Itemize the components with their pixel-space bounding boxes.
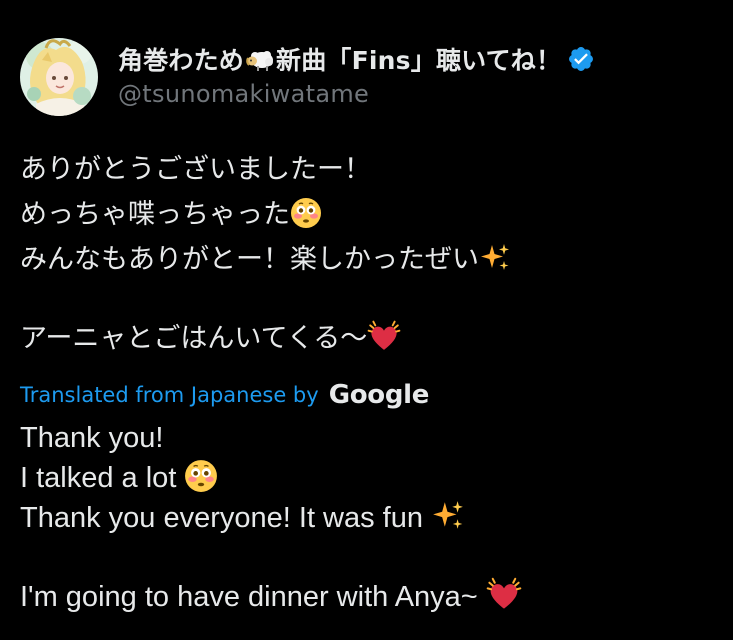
- tweet-line-text: みんなもありがとー！楽しかったぜい: [20, 244, 479, 275]
- user-handle[interactable]: @tsunomakiwatame: [118, 80, 595, 108]
- translated-from-link[interactable]: Translated from Japanese by: [20, 383, 319, 407]
- tweet-line-text: ありがとうございましたー！: [20, 154, 371, 185]
- translation-attribution: Translated from Japanese by Google: [20, 378, 429, 412]
- sparkles-emoji-icon: [481, 244, 509, 270]
- translated-line: Thank you!: [20, 418, 720, 458]
- tweet-line-text: めっちゃ喋っちゃった: [20, 199, 290, 230]
- google-logo: Google: [328, 380, 430, 410]
- display-name-part1: 角巻わため: [118, 46, 245, 75]
- translated-line: I'm going to have dinner with Anya~: [20, 576, 720, 616]
- verified-badge-icon[interactable]: [567, 45, 595, 73]
- tweet-line: めっちゃ喋っちゃった: [20, 192, 720, 237]
- sparkles-emoji-icon: [433, 501, 463, 529]
- tweet-body: ありがとうございましたー！ めっちゃ喋っちゃった みんなもありがとー！楽しかった…: [20, 147, 720, 361]
- translated-line-text: Thank you!: [20, 422, 164, 454]
- display-name[interactable]: 角巻わため 新曲「Fins」聴いてね！: [118, 41, 561, 77]
- tweet-line: みんなもありがとー！楽しかったぜい: [20, 237, 720, 282]
- beating-heart-emoji-icon: [486, 577, 522, 610]
- translated-line: I talked a lot: [20, 458, 720, 498]
- translated-line-text: Thank you everyone! It was fun: [20, 502, 423, 534]
- tweet-line: ありがとうございましたー！: [20, 147, 720, 192]
- display-name-row: 角巻わため 新曲「Fins」聴いてね！: [118, 42, 595, 76]
- tweet-header: 角巻わため 新曲「Fins」聴いてね！ @tsunomakiwatame: [20, 38, 595, 118]
- display-name-part2: 新曲「Fins」聴いてね！: [276, 46, 562, 75]
- author-names: 角巻わため 新曲「Fins」聴いてね！ @tsunomakiwatame: [118, 42, 595, 108]
- flushed-face-emoji-icon: [184, 459, 219, 493]
- avatar-image: [20, 38, 98, 116]
- sheep-emoji-icon: [246, 51, 274, 71]
- translated-line: Thank you everyone! It was fun: [20, 498, 720, 538]
- beating-heart-emoji-icon: [367, 320, 401, 351]
- tweet-line-text: アーニャとごはんいてくる〜: [20, 323, 368, 354]
- tweet-card: 角巻わため 新曲「Fins」聴いてね！ @tsunomakiwatame ありが…: [0, 0, 733, 640]
- flushed-face-emoji-icon: [290, 197, 322, 229]
- translated-body: Thank you! I talked a lot Thank you ever…: [20, 418, 720, 616]
- tweet-line: アーニャとごはんいてくる〜: [20, 316, 720, 361]
- avatar[interactable]: [20, 38, 98, 116]
- translated-line-text: I'm going to have dinner with Anya~: [20, 581, 478, 613]
- translated-line-text: I talked a lot: [20, 462, 177, 494]
